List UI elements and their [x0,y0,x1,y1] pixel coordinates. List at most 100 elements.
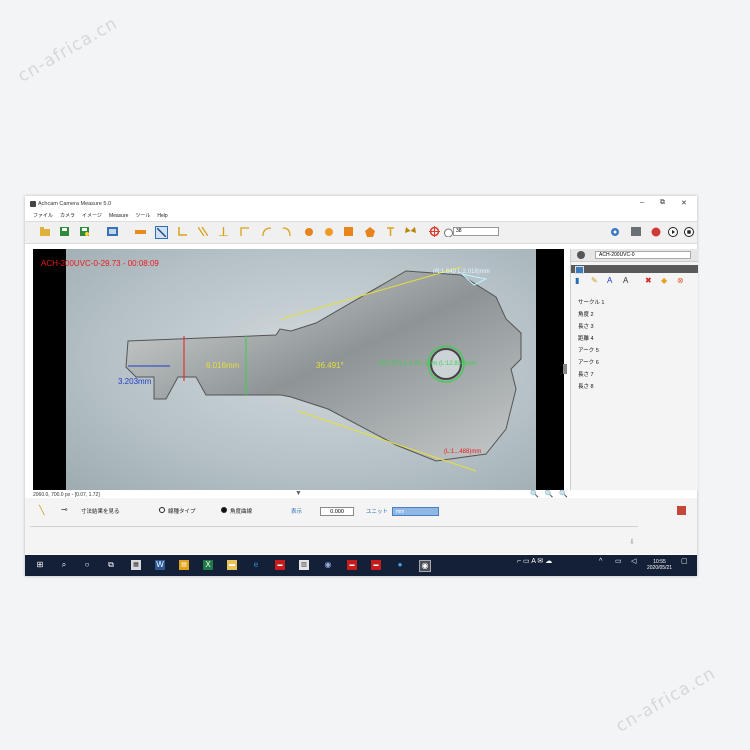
list-item[interactable]: アーク 6 [578,357,604,369]
snapshot-icon[interactable] [107,226,118,237]
zoom-select[interactable]: 38 [453,227,499,236]
display-label: 表示 [291,509,303,515]
circle-3pt-tool-icon[interactable] [323,226,334,237]
polygon-tool-icon[interactable] [364,226,375,237]
show-results-label[interactable]: 寸法結果を見る [81,507,120,515]
line-color-icon[interactable]: ▮ [575,276,579,285]
list-item[interactable]: 角度 2 [578,309,604,321]
menu-file[interactable]: ファイル [33,213,53,219]
rectangle-tool-icon[interactable] [343,226,354,237]
close-button[interactable]: ✕ [681,199,687,207]
close-circle-icon[interactable]: ⊗ [677,276,684,285]
stop-icon[interactable] [683,226,694,237]
divider [30,526,638,527]
perpendicular-tool-icon[interactable] [218,226,229,237]
menu-tools[interactable]: ツール [135,213,150,219]
maximize-button[interactable]: ⧉ [660,199,665,207]
curve-tool-icon[interactable] [281,226,292,237]
tray-icons[interactable]: ⌐ ▭ A ✉ ☁ [517,558,552,565]
panel-header [571,265,698,274]
side-panel: ACH-200UVC-0 ▮ ✎ A A ✖ ◆ ⊗ サークル 1 角度 2 長… [570,249,698,490]
menu-image[interactable]: イメージ [82,213,102,219]
tray-expand-icon[interactable]: ^ [599,558,602,565]
unit-label: ユニット [366,509,389,515]
toolbar: 38 [25,221,697,244]
record-icon[interactable] [650,226,661,237]
app-icon-1[interactable]: ▦ [131,560,141,570]
zoom-icons[interactable]: 🔍 🔍 🔍 [530,490,570,498]
measure-circle-mid: (R:2.971,L:1.70...)mm (L:12.834)mm [379,361,477,367]
list-item[interactable]: 長さ 3 [578,321,604,333]
crosshair-icon[interactable] [429,226,440,237]
clock[interactable]: 10:55 2020/05/21 [647,559,672,571]
app-icon-6[interactable]: ▬ [371,560,381,570]
measure-circle: (R:1.649 L:2.018)mm [433,269,490,275]
app-icon-4[interactable]: ▥ [299,560,309,570]
viewer-scroll-handle[interactable] [563,364,567,374]
parallel-tool-icon[interactable] [239,226,250,237]
word-icon[interactable]: W [155,560,165,570]
line-type-radio[interactable] [159,507,165,513]
app-icon-3[interactable]: ▬ [275,560,285,570]
play-icon[interactable] [667,226,678,237]
butterfly-icon[interactable] [405,226,416,237]
text-tool-icon[interactable] [385,226,396,237]
line-tool-icon[interactable] [155,226,168,239]
measurement-list: サークル 1 角度 2 長さ 3 距離 4 アーク 5 アーク 6 長さ 7 長… [578,297,604,393]
camera-select[interactable]: ACH-200UVC-0 [595,251,691,259]
clock-date: 2020/05/21 [647,565,673,571]
app-icon-5[interactable]: ▬ [347,560,357,570]
angle-arc-label: 角度曲線 [230,509,253,515]
app-icon-7[interactable]: ● [395,560,405,570]
font-color-icon[interactable]: A [607,276,612,285]
save-icon[interactable] [59,226,70,237]
scroll-down-icon[interactable]: ⬇ [629,538,635,546]
excel-icon[interactable]: X [203,560,213,570]
task-view-icon[interactable]: ⧉ [106,560,116,570]
value-field[interactable]: 0.000 [320,507,354,516]
list-item[interactable]: アーク 5 [578,345,604,357]
list-item[interactable]: 長さ 7 [578,369,604,381]
point-tool-icon[interactable] [135,226,146,237]
open-folder-icon[interactable] [39,226,50,237]
key-icon[interactable]: ⊸ [61,505,68,514]
save-as-icon[interactable] [79,226,90,237]
list-item[interactable]: サークル 1 [578,297,604,309]
menu-measure[interactable]: Measure [109,213,128,219]
windows-start-icon[interactable]: ⊞ [35,560,45,570]
distance-tool-icon[interactable] [197,226,208,237]
folder-icon[interactable]: ▬ [227,560,237,570]
arc-tool-icon[interactable] [261,226,272,237]
list-item[interactable]: 長さ 8 [578,381,604,393]
menu-camera[interactable]: カメラ [60,213,75,219]
pen-icon[interactable]: ✎ [591,276,598,285]
chrome-icon[interactable]: ◉ [323,560,333,570]
calculator-icon[interactable] [677,506,686,515]
camera-app-icon[interactable]: ◉ [419,560,431,572]
list-item[interactable]: 距離 4 [578,333,604,345]
search-icon[interactable]: ⌕ [59,560,69,570]
minimize-button[interactable]: – [640,199,644,206]
app-icon-2[interactable]: ▤ [179,560,189,570]
cortana-icon[interactable]: ○ [82,560,92,570]
capture-icon[interactable] [630,226,641,237]
pencil-icon[interactable]: ╲ [39,505,44,516]
clear-icon[interactable]: ◆ [661,276,667,285]
font-size-icon[interactable]: A [623,276,628,285]
angle-tool-icon[interactable] [177,226,188,237]
menu-help[interactable]: Help [157,213,167,219]
menu-bar: ファイル カメラ イメージ Measure ツール Help [25,212,697,221]
line-type-label: 線種タイプ [168,509,196,515]
unit-select[interactable]: mm [392,507,439,516]
circle-tool-icon[interactable] [303,226,314,237]
camera-viewer[interactable]: 6.016mm 3.203mm 36.491° (R:1.649 L:2.018… [33,249,567,490]
settings-icon[interactable] [609,226,620,237]
edge-icon[interactable]: e [251,560,261,570]
angle-arc-radio[interactable] [221,507,227,513]
delete-icon[interactable]: ✖ [645,276,652,285]
keyboard-icon[interactable]: ▭ [615,558,622,565]
measure-tool-row: ▮ ✎ A A ✖ ◆ ⊗ [573,276,696,288]
chevron-down-icon[interactable]: ▼ [295,490,302,497]
volume-icon[interactable]: ◁ [631,558,636,565]
notification-icon[interactable]: ▢ [681,558,688,565]
